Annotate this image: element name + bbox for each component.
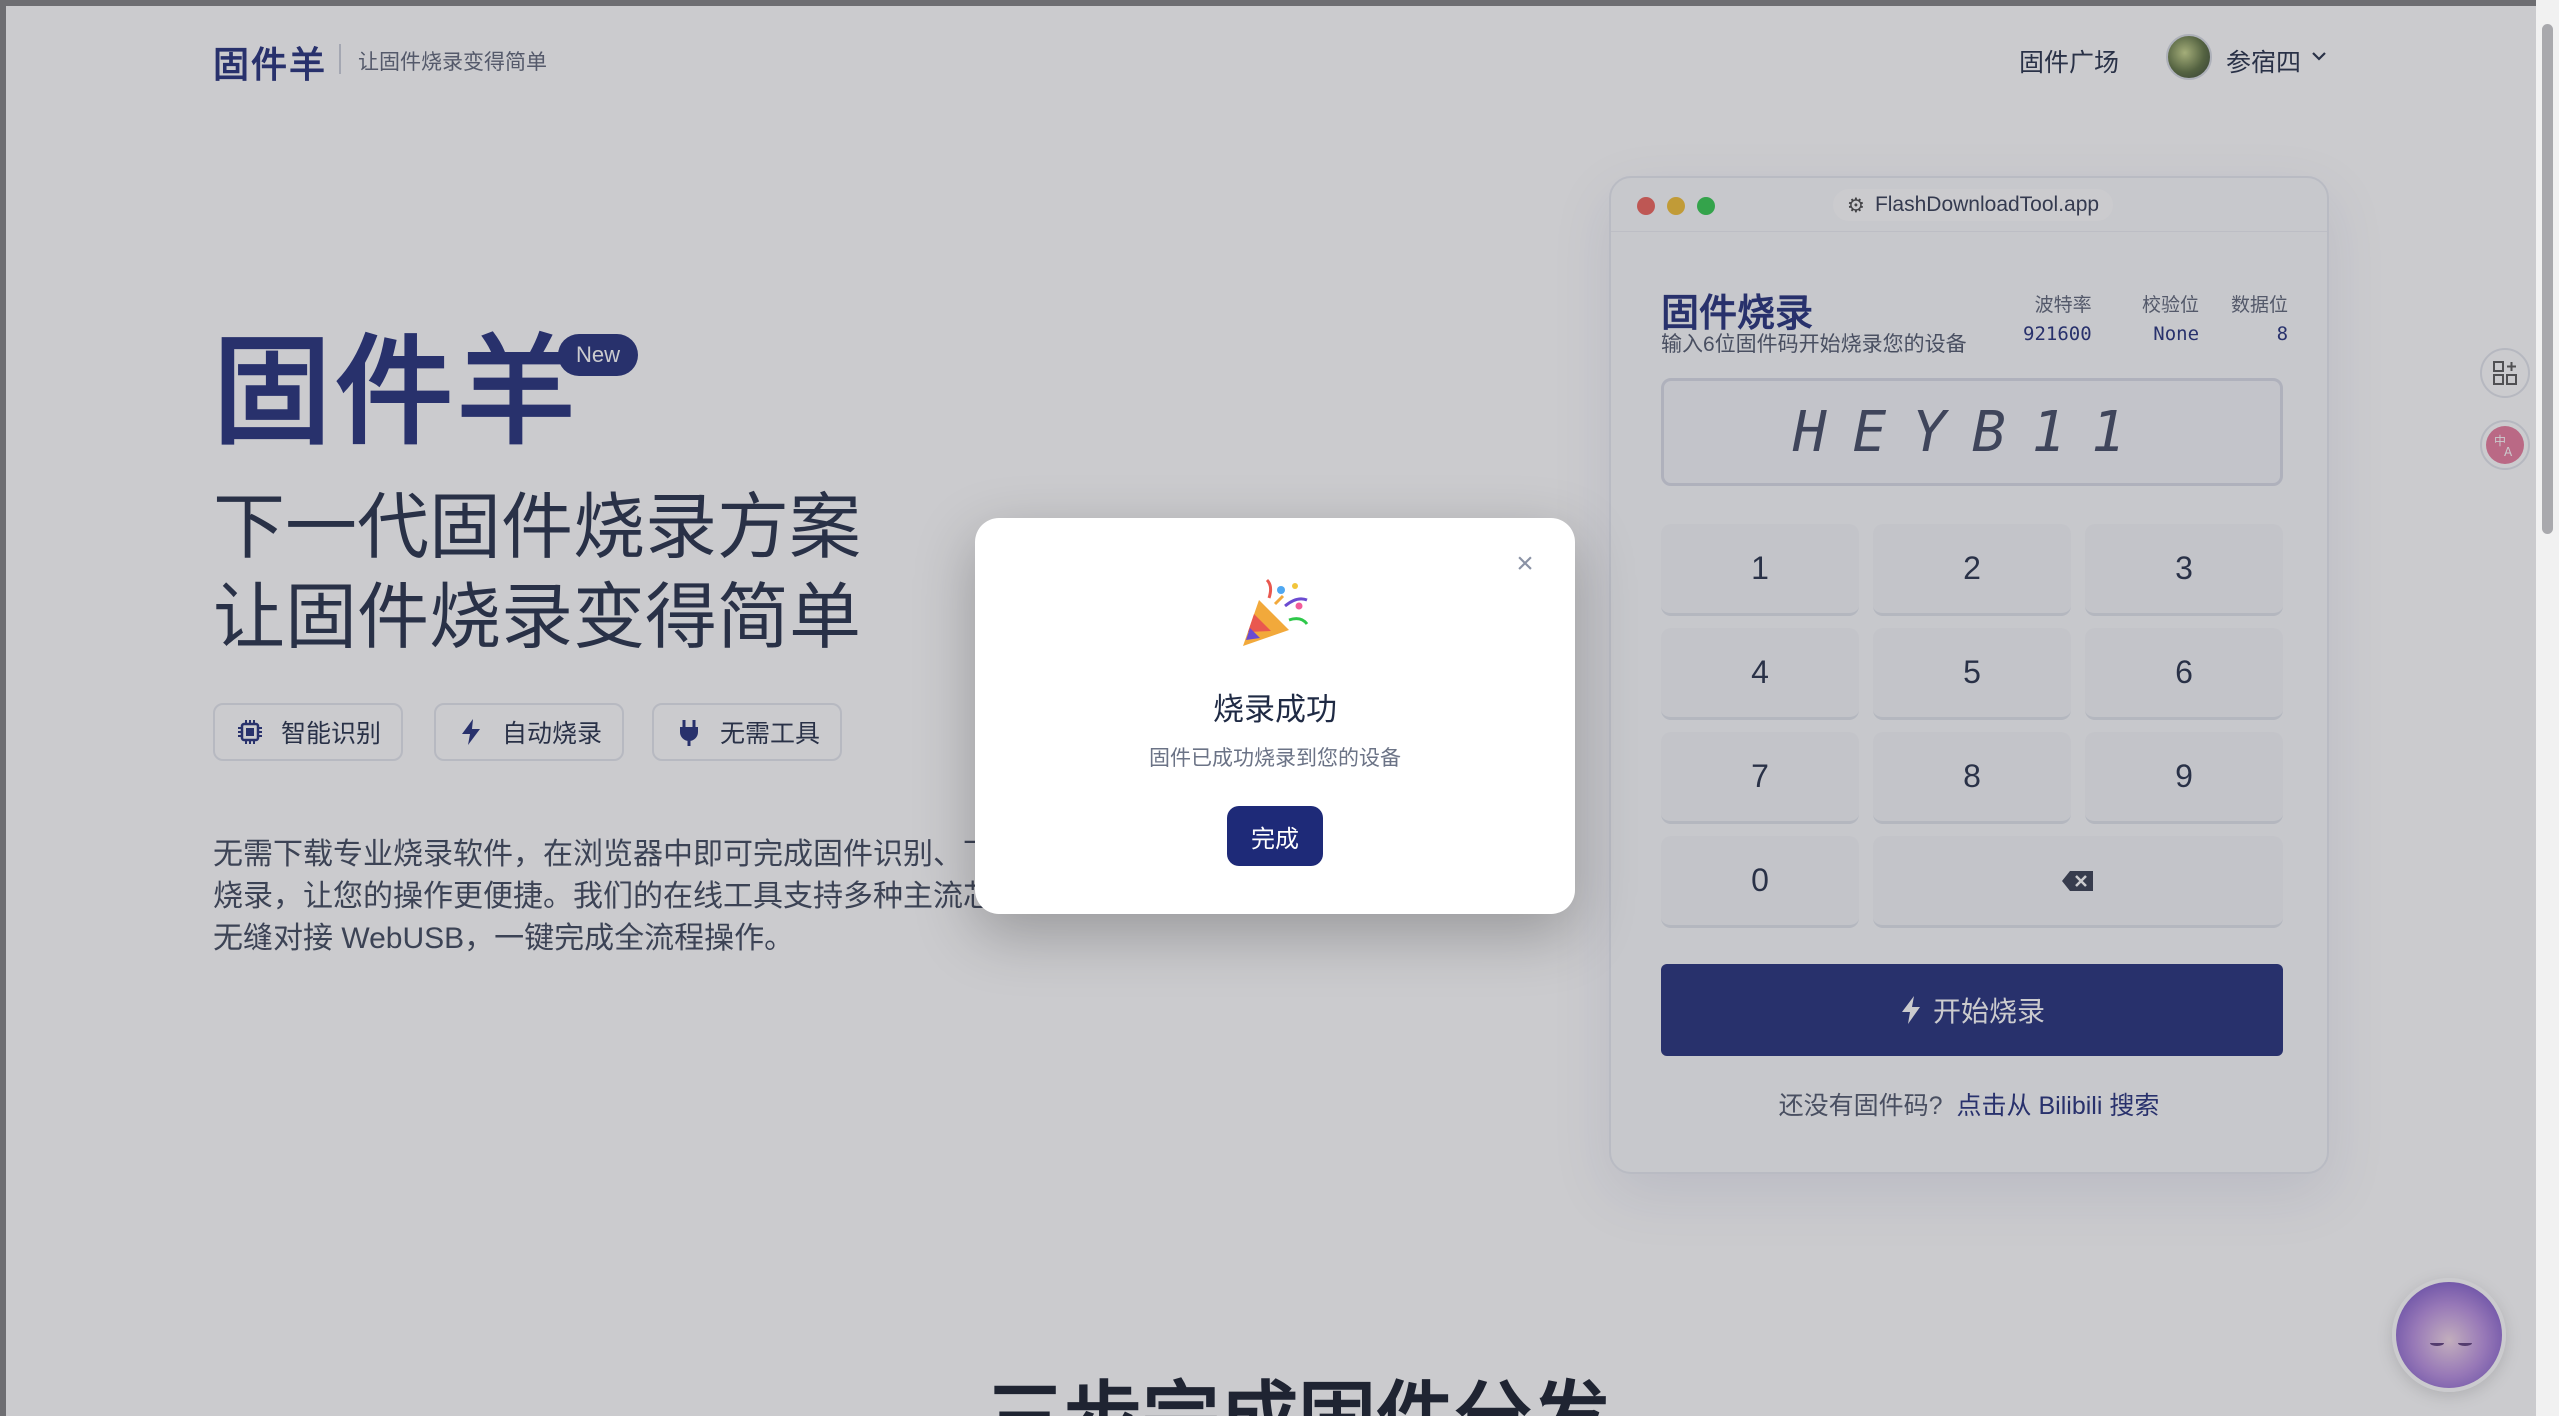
success-modal: × 烧录成功 固件已成功烧录到您的设备 完成	[975, 518, 1575, 914]
done-button[interactable]: 完成	[1227, 806, 1323, 866]
page: 固件羊 让固件烧录变得简单 固件广场 参宿四 固件羊 New 下一代固件烧录方案…	[6, 6, 2536, 1416]
scrollbar-thumb[interactable]	[2542, 24, 2553, 534]
modal-title: 烧录成功	[1213, 692, 1337, 727]
close-icon[interactable]: ×	[1511, 549, 1539, 579]
scrollbar[interactable]	[2536, 0, 2559, 1416]
party-popper-icon	[1243, 578, 1309, 646]
modal-message: 固件已成功烧录到您的设备	[1149, 747, 1401, 770]
